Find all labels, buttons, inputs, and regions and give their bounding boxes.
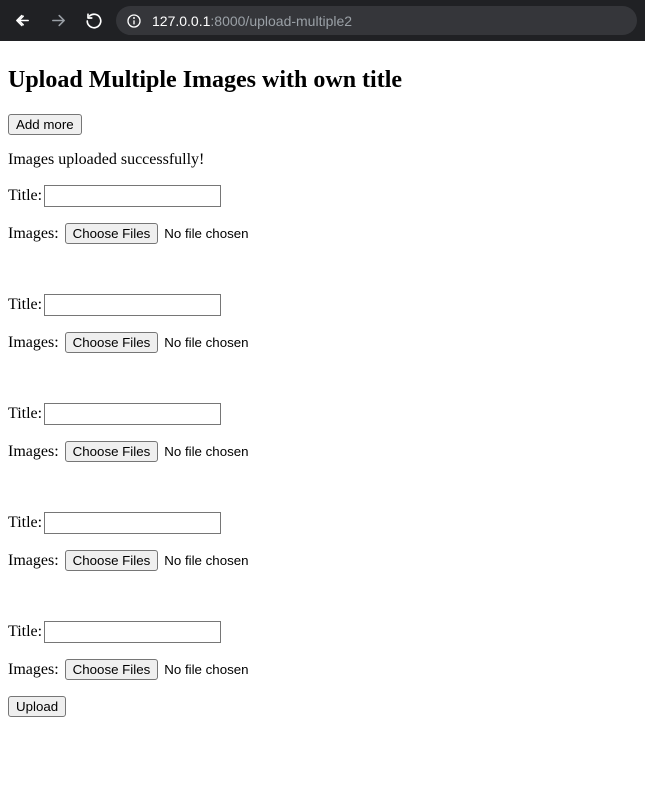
choose-files-button[interactable]: Choose Files — [65, 441, 159, 462]
images-row: Images: Choose Files No file chosen — [8, 550, 637, 571]
back-button[interactable] — [8, 7, 36, 35]
title-row: Title: — [8, 621, 637, 643]
file-input[interactable]: Choose Files No file chosen — [65, 659, 249, 680]
choose-files-button[interactable]: Choose Files — [65, 550, 159, 571]
choose-files-button[interactable]: Choose Files — [65, 332, 159, 353]
title-input[interactable] — [44, 185, 221, 207]
url-host: 127.0.0.1 — [152, 13, 210, 29]
title-row: Title: — [8, 512, 637, 534]
file-status: No file chosen — [164, 444, 248, 459]
url-path: :8000/upload-multiple2 — [210, 13, 352, 29]
file-input[interactable]: Choose Files No file chosen — [65, 332, 249, 353]
file-status: No file chosen — [164, 662, 248, 677]
choose-files-button[interactable]: Choose Files — [65, 223, 159, 244]
file-input[interactable]: Choose Files No file chosen — [65, 550, 249, 571]
file-status: No file chosen — [164, 335, 248, 350]
url-text: 127.0.0.1:8000/upload-multiple2 — [152, 13, 352, 29]
upload-block: Title: Images: Choose Files No file chos… — [8, 621, 637, 680]
title-label: Title: — [8, 187, 42, 205]
images-label: Images: — [8, 443, 59, 461]
page-title: Upload Multiple Images with own title — [8, 67, 637, 94]
title-input[interactable] — [44, 512, 221, 534]
images-label: Images: — [8, 334, 59, 352]
file-input[interactable]: Choose Files No file chosen — [65, 223, 249, 244]
images-label: Images: — [8, 552, 59, 570]
images-row: Images: Choose Files No file chosen — [8, 223, 637, 244]
forward-button[interactable] — [44, 7, 72, 35]
title-input[interactable] — [44, 621, 221, 643]
add-more-button[interactable]: Add more — [8, 114, 82, 135]
upload-block: Title: Images: Choose Files No file chos… — [8, 294, 637, 353]
title-input[interactable] — [44, 294, 221, 316]
page-content: Upload Multiple Images with own title Ad… — [0, 41, 645, 725]
upload-block: Title: Images: Choose Files No file chos… — [8, 185, 637, 244]
images-label: Images: — [8, 661, 59, 679]
address-bar[interactable]: 127.0.0.1:8000/upload-multiple2 — [116, 6, 637, 35]
title-row: Title: — [8, 185, 637, 207]
title-label: Title: — [8, 296, 42, 314]
images-row: Images: Choose Files No file chosen — [8, 332, 637, 353]
title-row: Title: — [8, 403, 637, 425]
browser-toolbar: 127.0.0.1:8000/upload-multiple2 — [0, 0, 645, 41]
title-input[interactable] — [44, 403, 221, 425]
title-row: Title: — [8, 294, 637, 316]
status-message: Images uploaded successfully! — [8, 151, 637, 169]
file-input[interactable]: Choose Files No file chosen — [65, 441, 249, 462]
upload-block: Title: Images: Choose Files No file chos… — [8, 403, 637, 462]
title-label: Title: — [8, 623, 42, 641]
images-label: Images: — [8, 225, 59, 243]
images-row: Images: Choose Files No file chosen — [8, 441, 637, 462]
file-status: No file chosen — [164, 553, 248, 568]
title-label: Title: — [8, 405, 42, 423]
info-icon — [126, 13, 142, 29]
file-status: No file chosen — [164, 226, 248, 241]
upload-block: Title: Images: Choose Files No file chos… — [8, 512, 637, 571]
upload-button[interactable]: Upload — [8, 696, 66, 717]
title-label: Title: — [8, 514, 42, 532]
images-row: Images: Choose Files No file chosen — [8, 659, 637, 680]
reload-button[interactable] — [80, 7, 108, 35]
choose-files-button[interactable]: Choose Files — [65, 659, 159, 680]
